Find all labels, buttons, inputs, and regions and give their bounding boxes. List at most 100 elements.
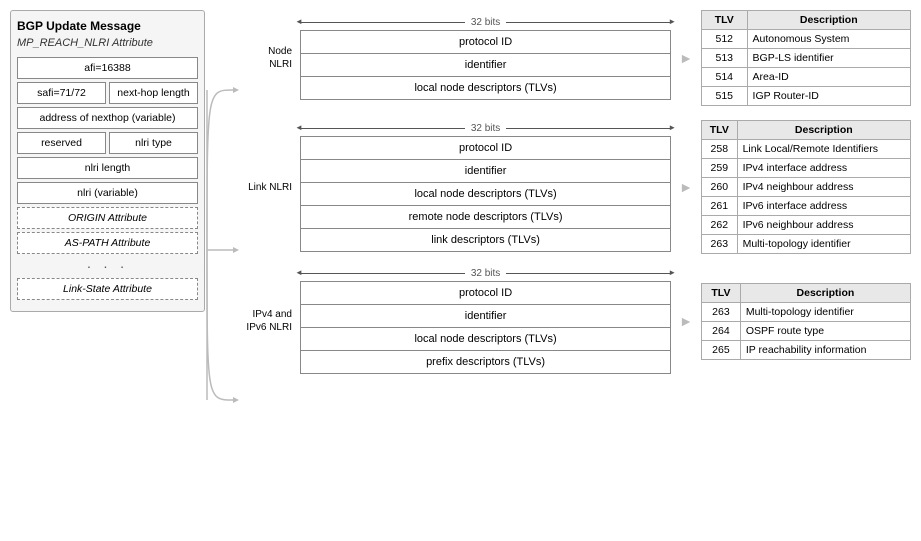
field-nlri-length: nlri length	[17, 157, 198, 179]
table-row: 258 Link Local/Remote Identifiers	[702, 140, 911, 159]
desc-header-2: Description	[737, 121, 910, 140]
table-row: 262 IPv6 neighbour address	[702, 216, 911, 235]
field-linkstate: Link-State Attribute	[17, 278, 198, 300]
bits-header-2: ◄ 32 bits ►	[300, 123, 671, 134]
tlv-header-3: TLV	[702, 283, 741, 302]
panel-title: BGP Update Message	[17, 19, 198, 33]
desc-val: Multi-topology identifier	[740, 302, 910, 321]
bits-header-3: ◄ 32 bits ►	[300, 268, 671, 279]
desc-header-3: Description	[740, 283, 910, 302]
link-row-3: local node descriptors (TLVs)	[301, 183, 670, 206]
table-row: 514 Area-ID	[702, 68, 911, 87]
field-afi: afi=16388	[17, 57, 198, 79]
tlv-table-1-container: TLV Description 512 Autonomous System 51…	[701, 10, 911, 106]
ipv4-row-4: prefix descriptors (TLVs)	[301, 351, 670, 373]
link-nlri-label: Link NLRI	[237, 181, 292, 194]
link-nlri-diagram: ◄ 32 bits ► protocol ID identifier local…	[300, 123, 671, 252]
tlv-table-2: TLV Description 258 Link Local/Remote Id…	[701, 120, 911, 254]
tlv-table-2-container: TLV Description 258 Link Local/Remote Id…	[701, 120, 911, 254]
desc-val: IPv6 neighbour address	[737, 216, 910, 235]
tlv-header-2: TLV	[702, 121, 738, 140]
tlv-val: 258	[702, 140, 738, 159]
node-nlri-section: NodeNLRI ◄ 32 bits ► protocol ID identif…	[237, 10, 911, 106]
left-connector	[205, 10, 237, 500]
ipv4-ipv6-nlri-diagram: ◄ 32 bits ► protocol ID identifier local…	[300, 268, 671, 374]
field-row-reserved: reserved nlri type	[17, 132, 198, 154]
tlv-table-3-container: TLV Description 263 Multi-topology ident…	[701, 283, 911, 360]
desc-val: IP reachability information	[740, 340, 910, 359]
field-nexthop-length: next-hop length	[109, 82, 198, 104]
table-row: 512 Autonomous System	[702, 30, 911, 49]
link-row-2: identifier	[301, 160, 670, 183]
field-nlri-variable: nlri (variable)	[17, 182, 198, 204]
left-panel: BGP Update Message MP_REACH_NLRI Attribu…	[10, 10, 205, 312]
table-row: 259 IPv4 interface address	[702, 159, 911, 178]
table-row: 513 BGP-LS identifier	[702, 49, 911, 68]
field-origin: ORIGIN Attribute	[17, 207, 198, 229]
ipv4-row-2: identifier	[301, 305, 670, 328]
panel-subtitle: MP_REACH_NLRI Attribute	[17, 37, 198, 49]
desc-val: IPv6 interface address	[737, 197, 910, 216]
field-row-safi: safi=71/72 next-hop length	[17, 82, 198, 104]
node-row-3: local node descriptors (TLVs)	[301, 77, 670, 99]
link-row-4: remote node descriptors (TLVs)	[301, 206, 670, 229]
desc-val: Link Local/Remote Identifiers	[737, 140, 910, 159]
link-row-5: link descriptors (TLVs)	[301, 229, 670, 251]
arrow-to-table-3: ►	[679, 313, 693, 329]
desc-val: IGP Router-ID	[747, 87, 910, 106]
field-safi: safi=71/72	[17, 82, 106, 104]
desc-val: Autonomous System	[747, 30, 910, 49]
dots: · · ·	[17, 258, 198, 274]
field-nlri-type: nlri type	[109, 132, 198, 154]
table-row: 515 IGP Router-ID	[702, 87, 911, 106]
tlv-val: 263	[702, 235, 738, 254]
bits-header-1: ◄ 32 bits ►	[300, 17, 671, 28]
tlv-val: 514	[702, 68, 748, 87]
tlv-table-3: TLV Description 263 Multi-topology ident…	[701, 283, 911, 360]
node-row-2: identifier	[301, 54, 670, 77]
ipv4-row-3: local node descriptors (TLVs)	[301, 328, 670, 351]
tlv-val: 263	[702, 302, 741, 321]
sections-container: NodeNLRI ◄ 32 bits ► protocol ID identif…	[237, 10, 911, 374]
tlv-val: 515	[702, 87, 748, 106]
tlv-val: 265	[702, 340, 741, 359]
ipv4-ipv6-nlri-label: IPv4 and IPv6 NLRI	[237, 308, 292, 334]
table-row: 260 IPv4 neighbour address	[702, 178, 911, 197]
tlv-val: 259	[702, 159, 738, 178]
link-row-1: protocol ID	[301, 137, 670, 160]
table-row: 264 OSPF route type	[702, 321, 911, 340]
tlv-val: 261	[702, 197, 738, 216]
connector-svg	[205, 10, 237, 500]
main-container: BGP Update Message MP_REACH_NLRI Attribu…	[10, 10, 911, 500]
desc-val: OSPF route type	[740, 321, 910, 340]
ipv4-ipv6-nlri-section: IPv4 and IPv6 NLRI ◄ 32 bits ► protocol …	[237, 268, 911, 374]
tlv-val: 260	[702, 178, 738, 197]
tlv-val: 513	[702, 49, 748, 68]
field-nexthop-addr: address of nexthop (variable)	[17, 107, 198, 129]
desc-val: Multi-topology identifier	[737, 235, 910, 254]
field-aspath: AS-PATH Attribute	[17, 232, 198, 254]
table-row: 265 IP reachability information	[702, 340, 911, 359]
desc-val: IPv4 neighbour address	[737, 178, 910, 197]
tlv-header-1: TLV	[702, 11, 748, 30]
desc-val: Area-ID	[747, 68, 910, 87]
link-nlri-box: protocol ID identifier local node descri…	[300, 136, 671, 252]
table-row: 263 Multi-topology identifier	[702, 302, 911, 321]
ipv4-ipv6-nlri-box: protocol ID identifier local node descri…	[300, 281, 671, 374]
node-nlri-label: NodeNLRI	[237, 45, 292, 71]
table-row: 261 IPv6 interface address	[702, 197, 911, 216]
link-nlri-section: Link NLRI ◄ 32 bits ► protocol ID identi…	[237, 120, 911, 254]
node-row-1: protocol ID	[301, 31, 670, 54]
arrow-to-table-1: ►	[679, 50, 693, 66]
tlv-val: 264	[702, 321, 741, 340]
tlv-val: 512	[702, 30, 748, 49]
field-reserved: reserved	[17, 132, 106, 154]
desc-val: BGP-LS identifier	[747, 49, 910, 68]
tlv-table-1: TLV Description 512 Autonomous System 51…	[701, 10, 911, 106]
node-nlri-box: protocol ID identifier local node descri…	[300, 30, 671, 100]
arrow-to-table-2: ►	[679, 179, 693, 195]
node-nlri-diagram: ◄ 32 bits ► protocol ID identifier local…	[300, 17, 671, 100]
table-row: 263 Multi-topology identifier	[702, 235, 911, 254]
tlv-val: 262	[702, 216, 738, 235]
ipv4-row-1: protocol ID	[301, 282, 670, 305]
